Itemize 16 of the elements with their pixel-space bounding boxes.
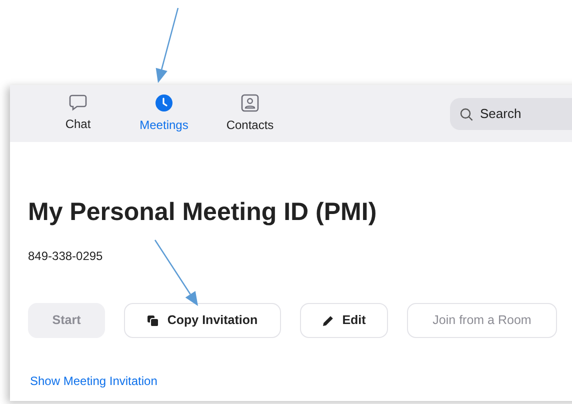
search-icon <box>460 108 473 120</box>
search-field[interactable]: Search <box>450 98 572 130</box>
annotation-arrow <box>154 240 198 306</box>
meeting-id: 849-338-0295 <box>28 248 104 265</box>
nav-tab[interactable]: Meetings <box>126 94 202 134</box>
action-button[interactable]: Copy Invitation <box>124 303 281 338</box>
clock-icon <box>155 94 173 112</box>
nav-tab[interactable]: Chat <box>40 94 116 134</box>
nav-tab[interactable]: Contacts <box>212 94 288 134</box>
pencil-icon <box>322 314 334 326</box>
contact-card-icon <box>241 94 259 112</box>
chat-bubble-icon <box>69 94 87 110</box>
page-title: My Personal Meeting ID (PMI) <box>28 197 378 227</box>
action-button[interactable]: Edit <box>300 303 388 338</box>
show-invitation-link[interactable]: Show Meeting Invitation <box>30 372 572 390</box>
copy-icon <box>147 314 160 326</box>
